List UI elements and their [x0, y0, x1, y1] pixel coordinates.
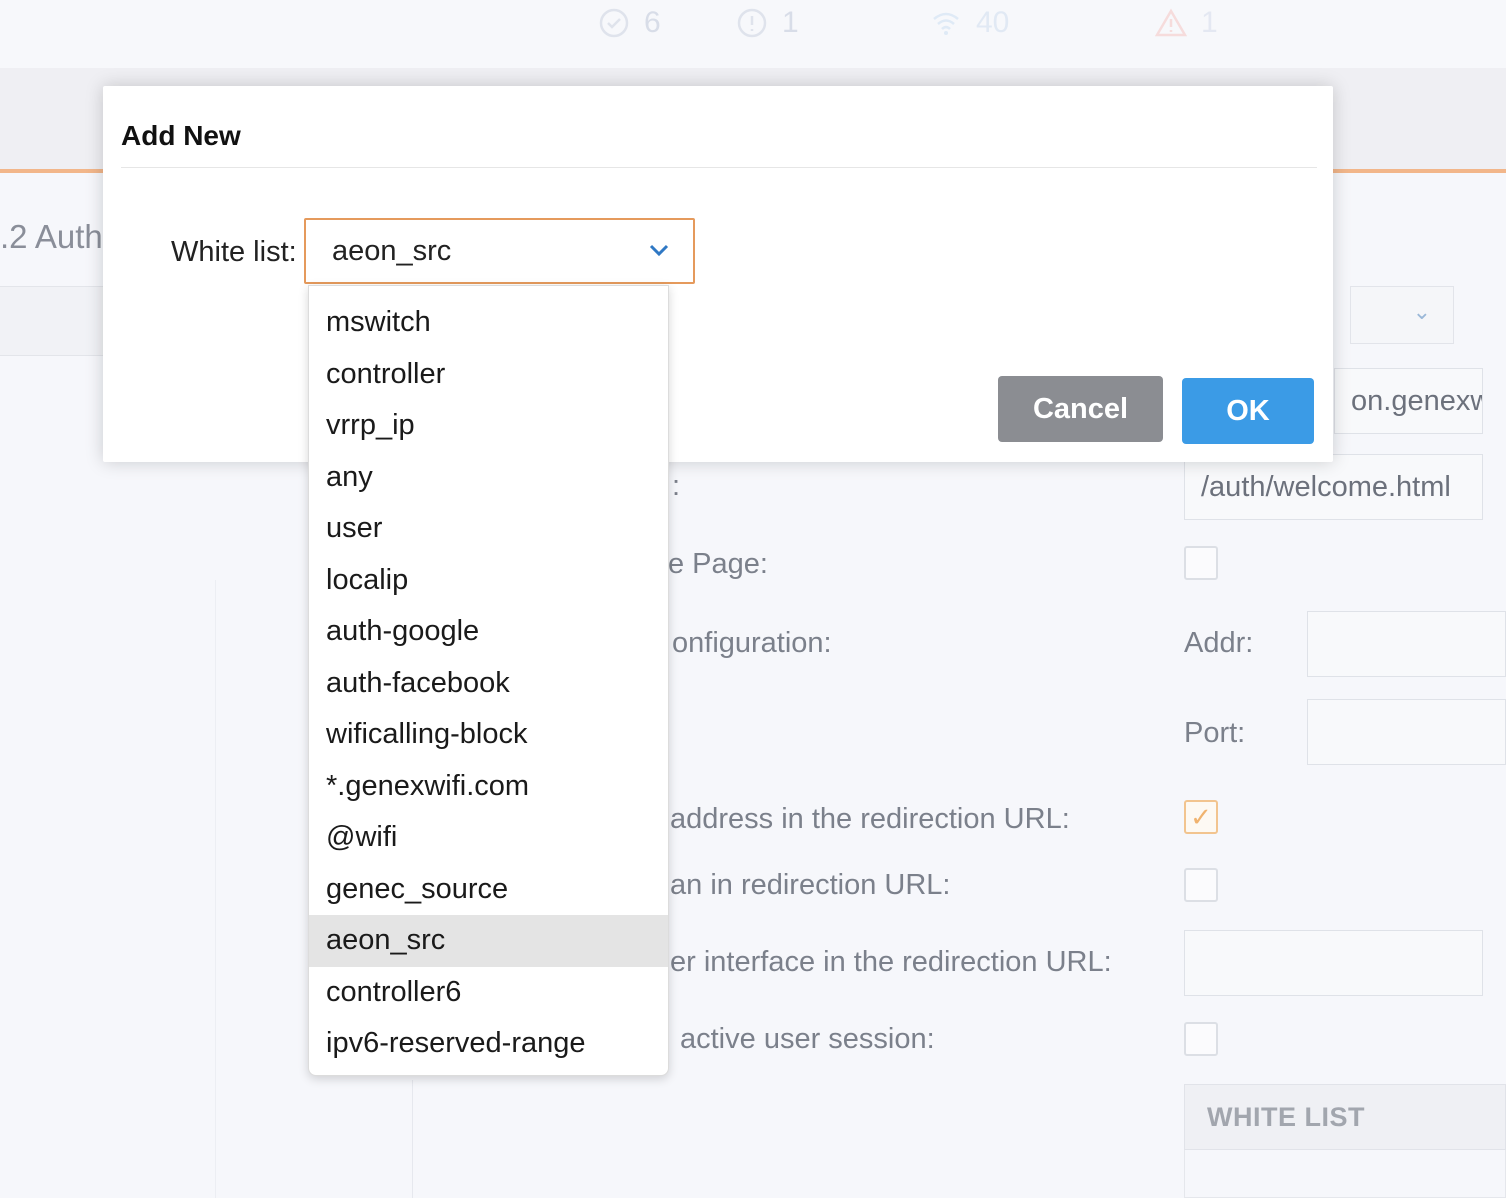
top-status-bar: 6 1 40 1 — [0, 0, 1506, 68]
stat-info: 1 — [736, 6, 799, 40]
dropdown-option-selected[interactable]: aeon_src — [309, 915, 668, 967]
dropdown-option[interactable]: user — [309, 503, 668, 555]
configuration-label: onfiguration: — [672, 627, 832, 659]
background-select[interactable]: ⌄ — [1350, 286, 1454, 344]
dropdown-option[interactable]: controller — [309, 349, 668, 401]
dropdown-option[interactable]: controller6 — [309, 967, 668, 1019]
stat-wifi-count: 40 — [976, 6, 1010, 39]
dropdown-option[interactable]: vrrp_ip — [309, 400, 668, 452]
column-divider — [215, 580, 216, 1198]
portal-url-input[interactable]: on.genexw — [1334, 368, 1483, 434]
stat-wifi: 40 — [930, 6, 1009, 40]
white-list-selected-value: aeon_src — [332, 234, 452, 267]
address-redirect-label: address in the redirection URL: — [670, 803, 1070, 835]
address-redirect-checkbox[interactable]: ✓ — [1184, 800, 1218, 834]
dropdown-option[interactable]: genec_source — [309, 864, 668, 916]
white-list-label: White list: — [171, 236, 297, 268]
dropdown-option[interactable]: auth-facebook — [309, 658, 668, 710]
chevron-down-icon — [649, 244, 669, 257]
check-circle-icon — [599, 8, 629, 38]
interface-redirect-input[interactable] — [1184, 930, 1483, 996]
addr-input[interactable] — [1307, 611, 1506, 677]
welcome-page-input[interactable]: /auth/welcome.html — [1184, 454, 1483, 520]
cancel-button[interactable]: Cancel — [998, 376, 1163, 442]
wifi-icon — [933, 12, 959, 35]
dropdown-option[interactable]: any — [309, 452, 668, 504]
port-input[interactable] — [1307, 699, 1506, 765]
page-option-checkbox[interactable] — [1184, 546, 1218, 580]
stat-warning-count: 1 — [1201, 6, 1218, 39]
dropdown-option[interactable]: mswitch — [309, 297, 668, 349]
dropdown-option[interactable]: ipv6-reserved-range — [309, 1018, 668, 1070]
left-panel-title: .2 Auth — [0, 218, 103, 255]
port-label: Port: — [1184, 717, 1246, 749]
welcome-page-label: : — [672, 470, 681, 502]
checkmark-icon: ✓ — [1190, 801, 1212, 832]
stat-online-count: 6 — [644, 6, 661, 39]
ok-button[interactable]: OK — [1182, 378, 1314, 444]
stat-online: 6 — [598, 6, 661, 40]
an-redirect-checkbox[interactable] — [1184, 868, 1218, 902]
dropdown-option[interactable]: *.genexwifi.com — [309, 761, 668, 813]
white-list-select[interactable]: aeon_src — [304, 218, 695, 284]
white-list-table-header: WHITE LIST — [1184, 1084, 1506, 1150]
dropdown-option[interactable]: wificalling-block — [309, 709, 668, 761]
page-option-label: e Page: — [668, 548, 768, 580]
active-session-label: active user session: — [680, 1023, 935, 1055]
dialog-title: Add New — [121, 120, 241, 151]
dropdown-option[interactable]: auth-google — [309, 606, 668, 658]
white-list-table-body — [1184, 1150, 1506, 1198]
interface-redirect-label: er interface in the redirection URL: — [670, 946, 1112, 978]
an-redirect-label: an in redirection URL: — [670, 869, 951, 901]
chevron-down-icon: ⌄ — [1412, 299, 1431, 324]
white-list-dropdown: mswitch controller vrrp_ip any user loca… — [308, 285, 669, 1076]
stat-info-count: 1 — [782, 6, 799, 39]
stat-warning: 1 — [1155, 6, 1218, 40]
dropdown-option[interactable]: @wifi — [309, 812, 668, 864]
active-session-checkbox[interactable] — [1184, 1022, 1218, 1056]
dialog-divider — [121, 167, 1317, 168]
add-new-dialog: Add New White list: aeon_src Cancel OK — [103, 86, 1333, 462]
addr-label: Addr: — [1184, 627, 1254, 659]
warning-triangle-icon — [1155, 8, 1187, 37]
column-divider — [412, 1080, 413, 1198]
dropdown-option[interactable]: localip — [309, 555, 668, 607]
info-circle-icon — [737, 8, 767, 38]
